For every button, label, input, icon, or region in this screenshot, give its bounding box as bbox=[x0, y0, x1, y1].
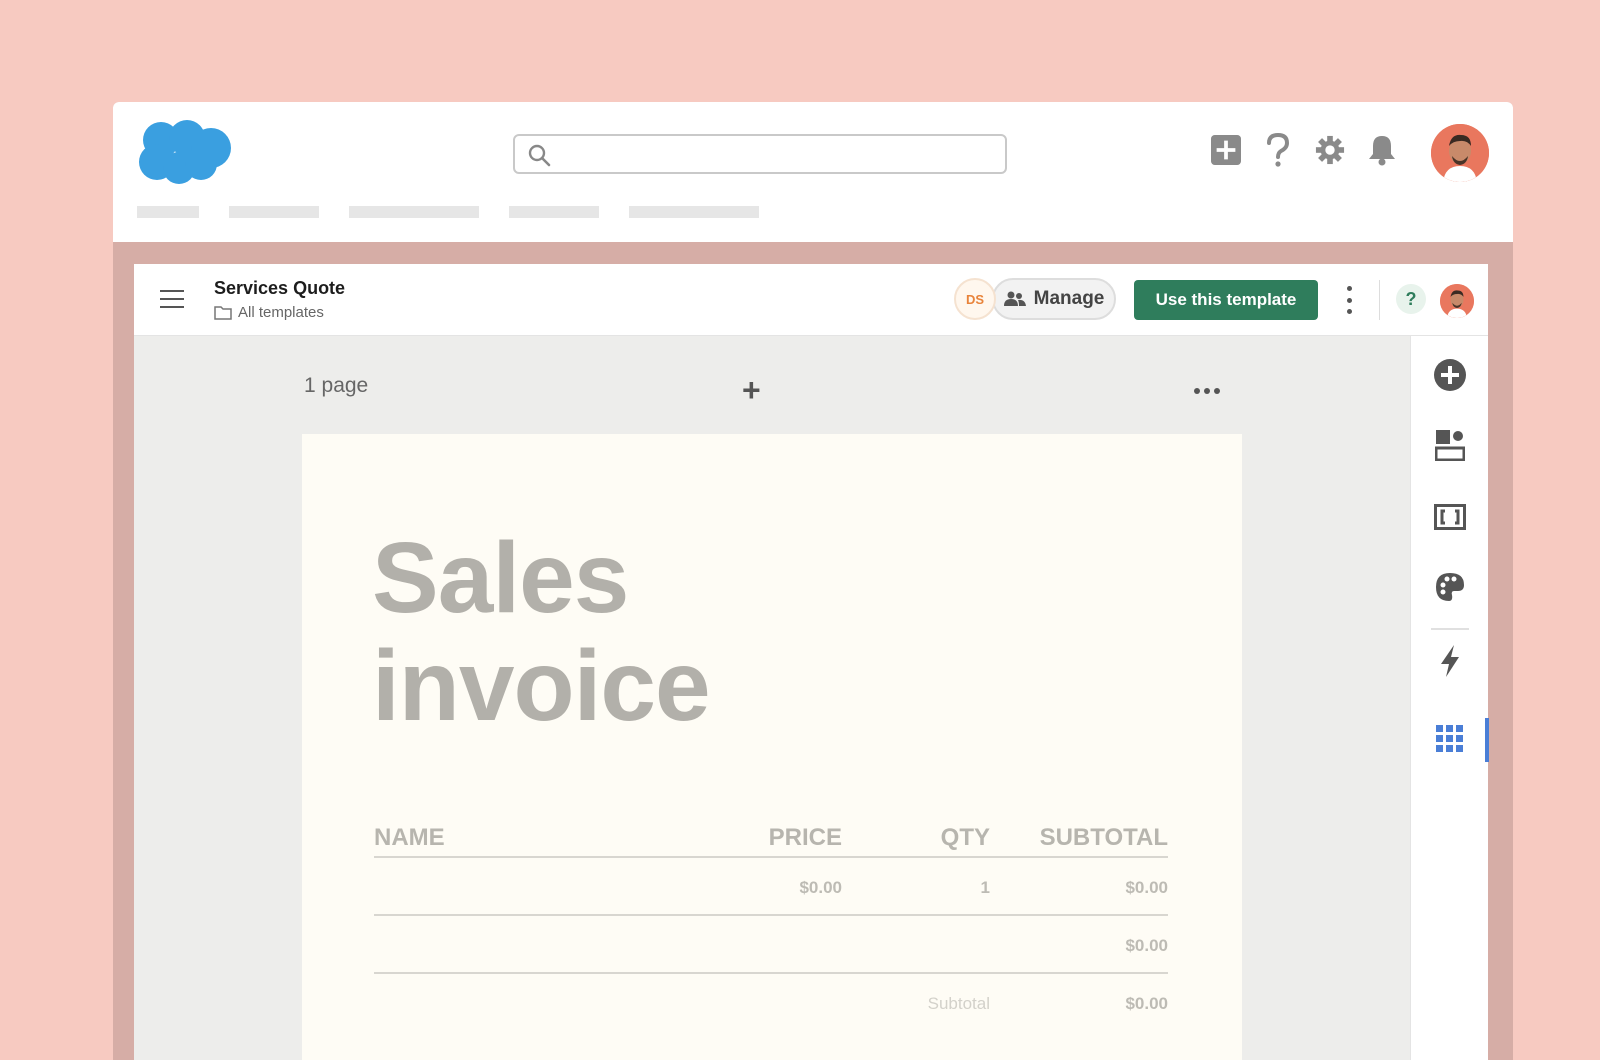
menu-icon[interactable] bbox=[160, 290, 184, 310]
folder-icon bbox=[214, 306, 232, 320]
people-icon bbox=[1003, 291, 1026, 306]
heading-line-2: invoice bbox=[372, 630, 711, 742]
column-subtotal-header: SUBTOTAL bbox=[1039, 824, 1168, 851]
row-subtotal: $0.00 bbox=[1125, 936, 1168, 955]
nav-tab-placeholder[interactable] bbox=[509, 206, 599, 218]
page-controls: 1 page + bbox=[134, 336, 1410, 434]
heading-line-1: Sales bbox=[372, 522, 629, 634]
gear-icon[interactable] bbox=[1315, 132, 1345, 168]
subtotal-value: $0.00 bbox=[1125, 994, 1168, 1013]
nav-tab-placeholder[interactable] bbox=[349, 206, 479, 218]
bell-icon[interactable] bbox=[1367, 132, 1397, 168]
column-name-header: NAME bbox=[374, 824, 445, 851]
user-avatar[interactable] bbox=[1431, 124, 1489, 182]
app-nav-placeholder bbox=[137, 206, 759, 218]
help-icon[interactable] bbox=[1263, 132, 1293, 168]
document-heading[interactable]: Sales invoice bbox=[372, 522, 711, 742]
column-qty-header: QTY bbox=[940, 824, 990, 851]
layout-blocks-icon[interactable] bbox=[1431, 426, 1469, 464]
manage-button[interactable]: Manage bbox=[992, 278, 1116, 320]
table-row[interactable]: $0.00 bbox=[374, 916, 1168, 974]
editor-side-rail bbox=[1410, 336, 1489, 1060]
document-page[interactable]: Sales invoice NAME PRICE QTY SUBTOTAL $0… bbox=[302, 434, 1242, 1060]
subtotal-label: Subtotal bbox=[927, 994, 990, 1013]
nav-tab-placeholder[interactable] bbox=[629, 206, 759, 218]
global-search-input[interactable] bbox=[513, 134, 1007, 174]
use-template-button[interactable]: Use this template bbox=[1134, 280, 1318, 320]
table-row[interactable]: $0.00 1 $0.00 bbox=[374, 858, 1168, 916]
lightning-icon[interactable] bbox=[1431, 642, 1469, 680]
pricing-table[interactable]: NAME PRICE QTY SUBTOTAL $0.00 1 $0.00 $0… bbox=[374, 824, 1168, 1032]
palette-icon[interactable] bbox=[1431, 568, 1469, 606]
user-avatar-small[interactable] bbox=[1440, 284, 1474, 318]
template-editor: Services Quote All templates Manage DS U… bbox=[134, 264, 1489, 1060]
salesforce-window: Services Quote All templates Manage DS U… bbox=[113, 102, 1513, 1060]
rail-divider bbox=[1431, 628, 1469, 630]
add-circle-icon[interactable] bbox=[1431, 356, 1469, 394]
toolbar-divider bbox=[1379, 280, 1380, 320]
table-header: NAME PRICE QTY SUBTOTAL bbox=[374, 824, 1168, 858]
salesforce-header bbox=[113, 102, 1513, 242]
row-price: $0.00 bbox=[799, 878, 842, 897]
nav-tab-placeholder[interactable] bbox=[229, 206, 319, 218]
breadcrumb[interactable]: All templates bbox=[214, 304, 324, 321]
nav-tab-placeholder[interactable] bbox=[137, 206, 199, 218]
page-more-icon[interactable] bbox=[1194, 388, 1220, 394]
apps-grid-icon[interactable] bbox=[1431, 720, 1469, 758]
row-subtotal: $0.00 bbox=[1125, 878, 1168, 897]
add-page-button[interactable]: + bbox=[742, 374, 761, 406]
active-tab-indicator bbox=[1485, 718, 1489, 762]
manage-label: Manage bbox=[1033, 288, 1105, 309]
header-icon-group bbox=[1211, 132, 1397, 168]
initials-badge: DS bbox=[954, 278, 996, 320]
breadcrumb-label: All templates bbox=[238, 304, 324, 321]
column-price-header: PRICE bbox=[768, 824, 842, 851]
more-options-icon[interactable] bbox=[1342, 286, 1356, 314]
editor-toolbar: Services Quote All templates Manage DS U… bbox=[134, 264, 1488, 336]
search-icon bbox=[528, 144, 551, 167]
row-qty: 1 bbox=[980, 878, 990, 897]
subtotal-row: Subtotal $0.00 bbox=[374, 974, 1168, 1032]
help-button[interactable]: ? bbox=[1396, 284, 1426, 314]
page-count: 1 page bbox=[304, 374, 369, 397]
document-title: Services Quote bbox=[214, 278, 346, 298]
fields-icon[interactable] bbox=[1431, 498, 1469, 536]
salesforce-cloud-logo[interactable] bbox=[137, 118, 233, 186]
add-icon[interactable] bbox=[1211, 132, 1241, 168]
